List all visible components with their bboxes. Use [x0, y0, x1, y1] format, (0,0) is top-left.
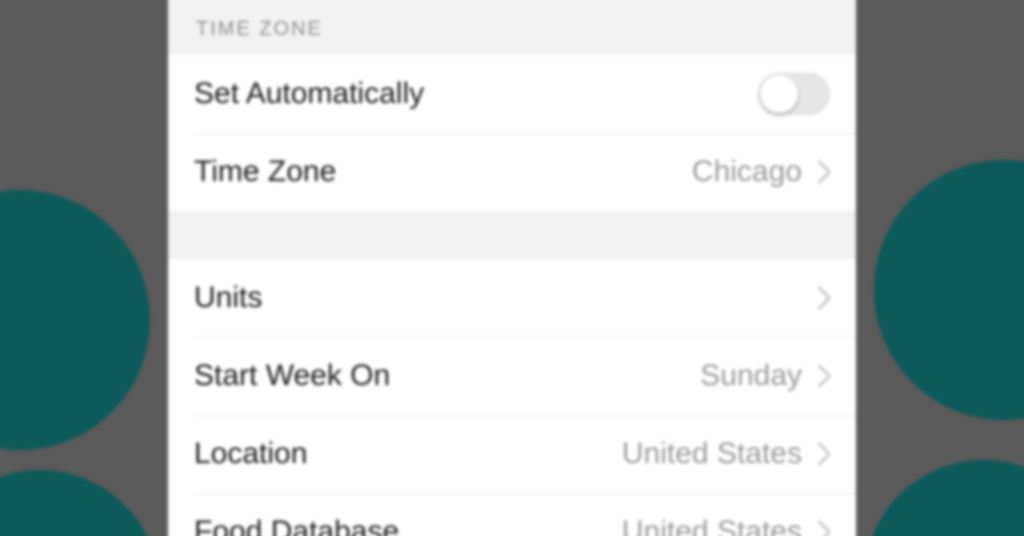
row-label: Start Week On — [194, 359, 390, 393]
bg-circle — [864, 460, 1024, 536]
section-header-time-zone: TIME ZONE — [168, 0, 856, 55]
bg-circle — [0, 190, 150, 450]
row-food-database[interactable]: Food Database United States — [168, 493, 856, 536]
toggle-knob — [760, 75, 798, 113]
settings-panel: TIME ZONE Set Automatically Time Zone Ch… — [168, 0, 856, 536]
row-label: Set Automatically — [194, 77, 424, 111]
row-value: Sunday — [700, 359, 802, 393]
section-gap — [168, 211, 856, 259]
row-label: Location — [194, 437, 307, 471]
row-value: United States — [622, 515, 802, 536]
chevron-right-icon — [816, 364, 830, 388]
row-start-week-on[interactable]: Start Week On Sunday — [168, 337, 856, 415]
toggle-set-automatically[interactable] — [758, 73, 830, 115]
row-value: Chicago — [692, 155, 802, 189]
chevron-right-icon — [816, 442, 830, 466]
row-label: Units — [194, 281, 262, 315]
chevron-right-icon — [816, 520, 830, 536]
row-label: Food Database — [194, 515, 399, 536]
row-time-zone[interactable]: Time Zone Chicago — [168, 133, 856, 211]
row-units[interactable]: Units — [168, 259, 856, 337]
group-general: Units Start Week On Sunday Location Unit… — [168, 259, 856, 536]
group-time-zone: Set Automatically Time Zone Chicago — [168, 55, 856, 211]
bg-circle — [874, 160, 1024, 420]
chevron-right-icon — [816, 286, 830, 310]
row-label: Time Zone — [194, 155, 336, 189]
row-location[interactable]: Location United States — [168, 415, 856, 493]
row-value: United States — [622, 437, 802, 471]
row-set-automatically[interactable]: Set Automatically — [168, 55, 856, 133]
chevron-right-icon — [816, 160, 830, 184]
bg-circle — [0, 470, 160, 536]
